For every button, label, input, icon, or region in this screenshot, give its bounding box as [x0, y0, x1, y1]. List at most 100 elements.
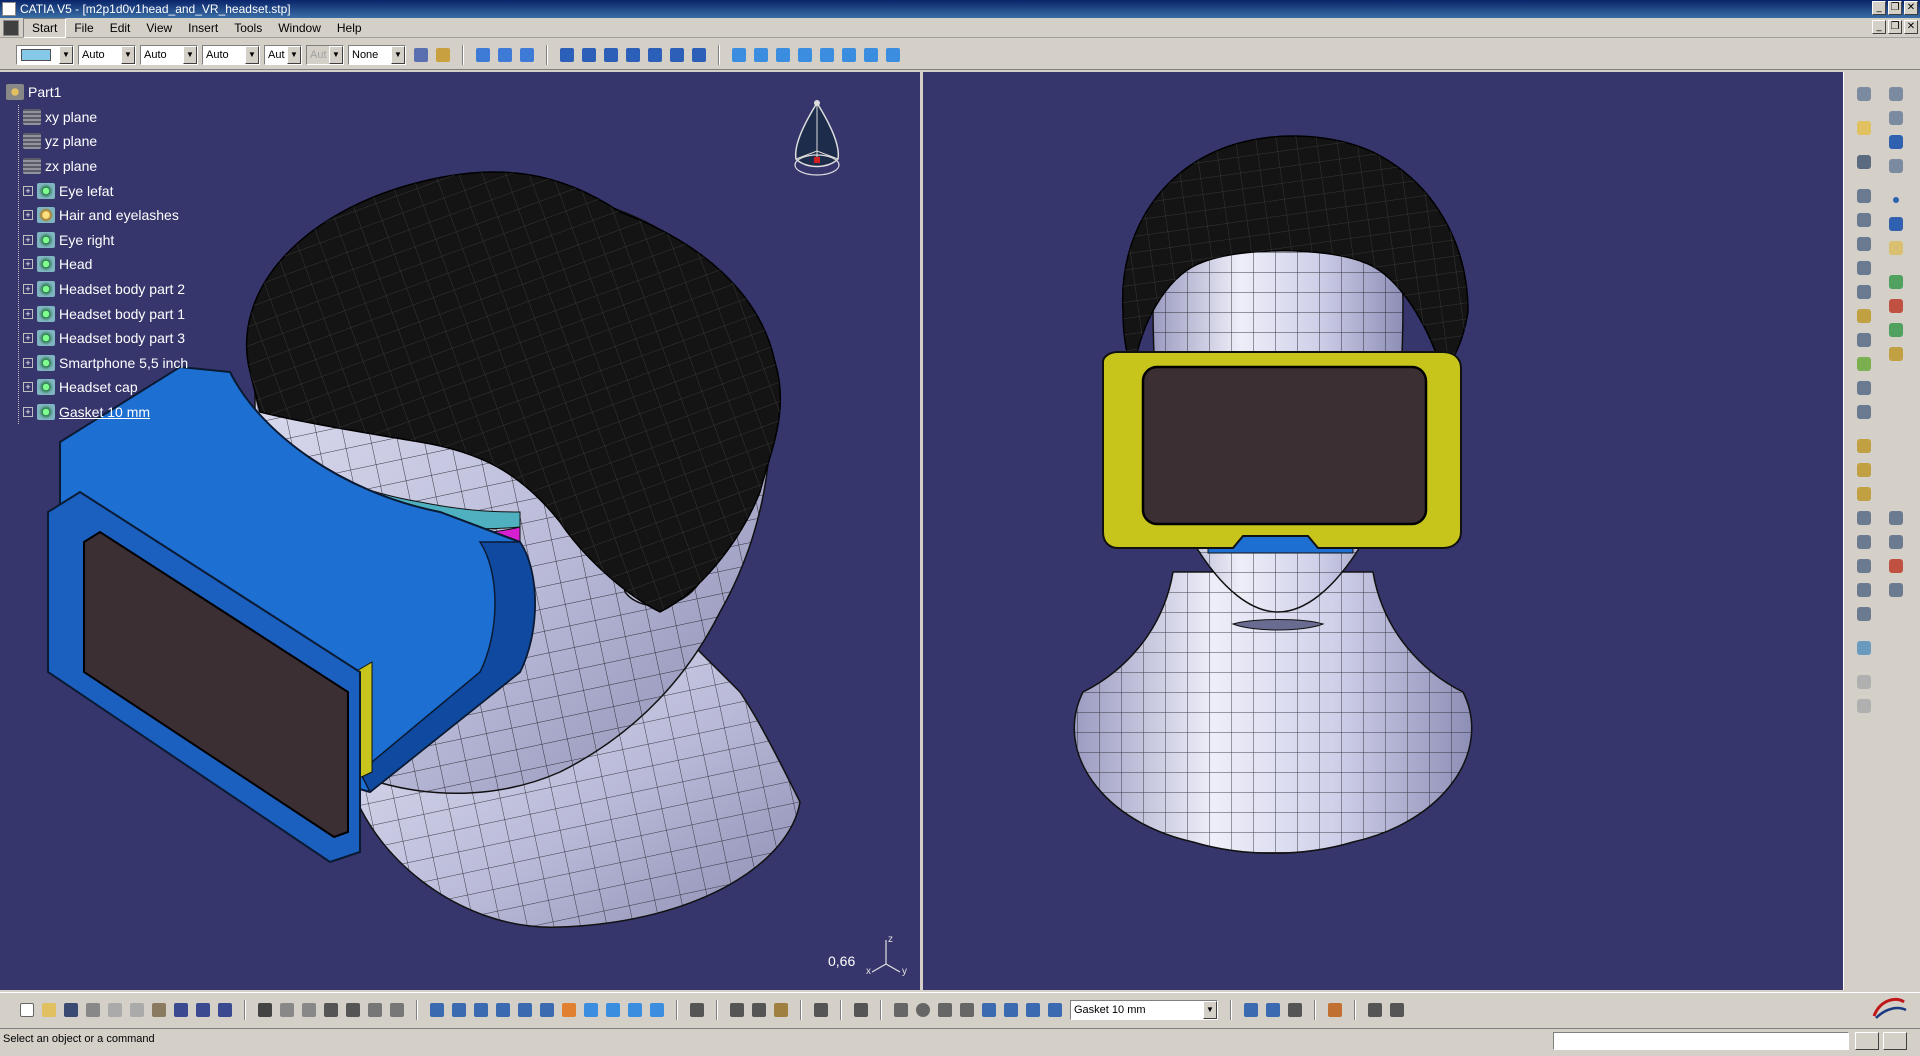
remove-face-icon[interactable] — [1853, 531, 1875, 553]
slot-icon[interactable] — [1853, 329, 1875, 351]
restore-button[interactable]: ❐ — [1888, 1, 1902, 15]
chamfer-icon[interactable] — [1853, 401, 1875, 423]
doc-restore-button[interactable]: ❐ — [1888, 20, 1902, 34]
axis-system-icon[interactable] — [935, 1000, 955, 1020]
expand-icon[interactable]: + — [23, 284, 33, 295]
tree-node-yz-plane[interactable]: yz plane — [23, 129, 188, 154]
constraint-icon[interactable] — [1885, 155, 1907, 177]
thread-icon[interactable] — [1853, 507, 1875, 529]
shading-edges-icon[interactable] — [579, 45, 599, 65]
zoom-in-icon[interactable] — [493, 1000, 513, 1020]
back-view-icon[interactable] — [773, 45, 793, 65]
normal-view-icon[interactable] — [537, 1000, 557, 1020]
open-icon[interactable] — [39, 1000, 59, 1020]
design-table-icon[interactable] — [321, 1000, 341, 1020]
knowledge-icon[interactable] — [1885, 107, 1907, 129]
tree-node-headset-body-part-3[interactable]: + Headset body part 3 — [23, 326, 188, 351]
tree-node-xy-plane[interactable]: xy plane — [23, 105, 188, 130]
pad-icon[interactable] — [1853, 185, 1875, 207]
pattern-icon[interactable] — [1885, 131, 1907, 153]
right-view-icon[interactable] — [817, 45, 837, 65]
tree-node-hair-and-eyelashes[interactable]: + Hair and eyelashes — [23, 203, 188, 228]
left-view-icon[interactable] — [795, 45, 815, 65]
measure-icon[interactable] — [1853, 671, 1875, 693]
menu-start[interactable]: Start — [23, 17, 67, 38]
apply-material-icon[interactable] — [1885, 579, 1907, 601]
multi-view-icon[interactable] — [559, 1000, 579, 1020]
shading-no-edges-icon[interactable] — [601, 45, 621, 65]
front-view-icon[interactable] — [751, 45, 771, 65]
chevron-down-icon[interactable]: ▼ — [183, 45, 197, 64]
point-icon[interactable] — [1885, 189, 1907, 211]
tree-node-head[interactable]: + Head — [23, 252, 188, 277]
measure-inertia-icon[interactable] — [771, 1000, 791, 1020]
customize-icon[interactable] — [1387, 1000, 1407, 1020]
photo-studio-icon[interactable] — [811, 1000, 831, 1020]
paste-icon[interactable] — [149, 1000, 169, 1020]
command-prompt-button[interactable] — [1855, 1032, 1879, 1050]
chevron-down-icon[interactable]: ▼ — [391, 45, 405, 64]
layer-combo[interactable]: None ▼ — [348, 44, 406, 65]
wireframe-icon[interactable] — [667, 45, 687, 65]
plane-tool-icon[interactable] — [1885, 237, 1907, 259]
menu-view[interactable]: View — [138, 19, 180, 37]
zoom-out-icon[interactable] — [515, 1000, 535, 1020]
expand-icon[interactable]: + — [23, 185, 33, 196]
tools-palette-icon[interactable] — [851, 1000, 871, 1020]
body-list-icon[interactable] — [1023, 1000, 1043, 1020]
rotate-icon[interactable] — [471, 1000, 491, 1020]
parameter-icon[interactable] — [299, 1000, 319, 1020]
expand-icon[interactable]: + — [23, 308, 33, 319]
comment-icon[interactable] — [277, 1000, 297, 1020]
iso-view-bottom-icon[interactable] — [581, 1000, 601, 1020]
select-trap-icon[interactable] — [517, 45, 537, 65]
options-icon[interactable] — [1365, 1000, 1385, 1020]
thick-surface-icon[interactable] — [1853, 579, 1875, 601]
tree-node-zx-plane[interactable]: zx plane — [23, 154, 188, 179]
current-body-select[interactable]: Gasket 10 mm ▼ — [1070, 999, 1218, 1020]
expand-icon[interactable]: + — [23, 333, 33, 344]
line-icon[interactable] — [1885, 213, 1907, 235]
shading-icon[interactable] — [557, 45, 577, 65]
analysis-icon[interactable] — [1853, 695, 1875, 717]
undo-icon[interactable] — [171, 1000, 191, 1020]
properties-icon[interactable] — [433, 45, 453, 65]
fillet-icon[interactable] — [1853, 377, 1875, 399]
split-icon[interactable] — [1853, 555, 1875, 577]
material-icon[interactable] — [1885, 555, 1907, 577]
menu-edit[interactable]: Edit — [102, 19, 139, 37]
doc-minimize-button[interactable]: _ — [1872, 20, 1886, 34]
chevron-down-icon[interactable]: ▼ — [121, 45, 135, 64]
color-combo[interactable]: ▼ — [16, 44, 74, 65]
document-menu-icon[interactable] — [3, 19, 19, 36]
tree-node-eye-right[interactable]: + Eye right — [23, 228, 188, 253]
expand-icon[interactable]: + — [23, 234, 33, 245]
bottom-view-icon[interactable] — [861, 45, 881, 65]
fit-all-icon[interactable] — [427, 1000, 447, 1020]
tree-node-gasket[interactable]: + Gasket 10 mm — [23, 400, 188, 425]
apply-color-icon[interactable] — [1241, 1000, 1261, 1020]
cancel-command-button[interactable] — [1883, 1032, 1907, 1050]
text-icon[interactable] — [1885, 531, 1907, 553]
chevron-down-icon[interactable]: ▼ — [245, 45, 259, 64]
new-icon[interactable] — [17, 1000, 37, 1020]
scan-icon[interactable] — [957, 1000, 977, 1020]
shell-icon[interactable] — [1853, 459, 1875, 481]
line-type-combo[interactable]: Auto ▼ — [202, 44, 260, 65]
draft-icon[interactable] — [1853, 435, 1875, 457]
render-icon[interactable] — [1263, 1000, 1283, 1020]
catia-app-icon[interactable] — [2, 2, 16, 16]
expand-icon[interactable]: + — [23, 407, 33, 418]
boolean-add-icon[interactable] — [1885, 271, 1907, 293]
transparency-combo[interactable]: Auto ▼ — [78, 44, 136, 65]
menu-help[interactable]: Help — [329, 19, 370, 37]
shading-hidden-edges-icon[interactable] — [623, 45, 643, 65]
customize-view-icon[interactable] — [689, 45, 709, 65]
multi-section-icon[interactable] — [1853, 353, 1875, 375]
boolean-remove-icon[interactable] — [1885, 295, 1907, 317]
macro-icon[interactable] — [387, 1000, 407, 1020]
sew-surface-icon[interactable] — [1853, 637, 1875, 659]
boolean-intersect-icon[interactable] — [1885, 319, 1907, 341]
chevron-down-icon[interactable]: ▼ — [1203, 1000, 1217, 1019]
shaft-icon[interactable] — [1853, 233, 1875, 255]
